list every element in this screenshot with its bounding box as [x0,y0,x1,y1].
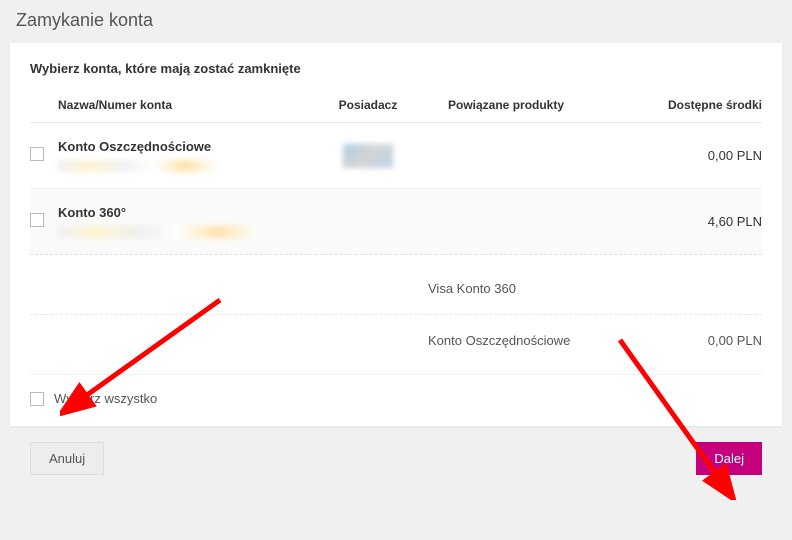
section-title: Wybierz konta, które mają zostać zamknię… [30,61,762,76]
cancel-button[interactable]: Anuluj [30,442,104,475]
linked-product-funds: 0,00 PLN [642,333,762,348]
col-header-owner: Posiadacz [308,98,428,112]
account-number-blurred [58,226,258,238]
accounts-card: Wybierz konta, które mają zostać zamknię… [10,43,782,426]
account-name: Konto 360° [58,205,308,220]
select-all-label: Wybierz wszystko [54,391,157,406]
next-button[interactable]: Dalej [696,442,762,475]
select-all-checkbox[interactable] [30,392,44,406]
select-all-row: Wybierz wszystko [30,375,762,426]
table-row: Konto Oszczędnościowe 0,00 PLN [30,123,762,189]
table-header: Nazwa/Numer konta Posiadacz Powiązane pr… [30,90,762,123]
col-header-products: Powiązane produkty [428,98,642,112]
linked-products-block: Visa Konto 360 Konto Oszczędnościowe 0,0… [30,255,762,375]
page-title: Zamykanie konta [0,0,792,43]
footer: Anuluj Dalej [10,426,782,491]
account-funds: 4,60 PLN [642,214,762,229]
account-number-blurred [58,160,218,172]
linked-product-funds [642,281,762,296]
account-checkbox[interactable] [30,213,44,227]
account-checkbox[interactable] [30,147,44,161]
linked-product-name: Visa Konto 360 [428,281,642,296]
table-row: Konto 360° 4,60 PLN [30,189,762,255]
owner-blurred [343,144,393,168]
col-header-funds: Dostępne środki [642,98,762,112]
account-funds: 0,00 PLN [642,148,762,163]
account-name: Konto Oszczędnościowe [58,139,308,154]
col-header-name: Nazwa/Numer konta [58,98,308,112]
linked-product-name: Konto Oszczędnościowe [428,333,642,348]
